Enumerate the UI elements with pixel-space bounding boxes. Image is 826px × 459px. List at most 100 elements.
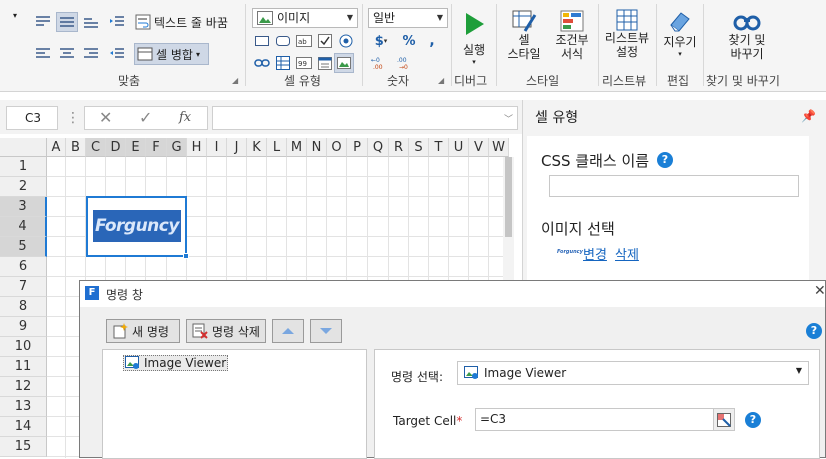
command-tree-item[interactable]: Image Viewer: [123, 355, 229, 371]
radio-cell-icon[interactable]: [336, 32, 356, 50]
align-top-icon[interactable]: [32, 12, 54, 32]
button-cell-icon[interactable]: [273, 32, 293, 50]
row-header-5[interactable]: 5: [0, 237, 47, 257]
hyperlink-cell-icon[interactable]: [252, 54, 272, 72]
row-header-12[interactable]: 12: [0, 377, 47, 397]
pin-icon[interactable]: 📌: [801, 109, 816, 123]
outdent-icon[interactable]: [106, 44, 128, 64]
listview-cell-icon[interactable]: [273, 54, 293, 72]
column-header-o[interactable]: O: [327, 138, 347, 157]
currency-icon[interactable]: $ ▾: [368, 32, 394, 50]
column-header-l[interactable]: L: [267, 138, 287, 157]
chevron-down-icon[interactable]: ﹀: [504, 112, 513, 125]
dialog-launcher-icon[interactable]: ◢: [232, 76, 238, 85]
dialog-launcher-icon[interactable]: ◢: [438, 76, 444, 85]
column-header-i[interactable]: I: [207, 138, 227, 157]
column-header-a[interactable]: A: [47, 138, 66, 157]
column-header-v[interactable]: V: [469, 138, 489, 157]
column-header-n[interactable]: N: [307, 138, 327, 157]
column-header-f[interactable]: F: [146, 138, 167, 157]
align-right-icon[interactable]: [80, 44, 102, 64]
listview-settings-button[interactable]: 리스트뷰 설정: [602, 6, 652, 70]
column-header-r[interactable]: R: [389, 138, 409, 157]
help-icon[interactable]: ?: [745, 412, 761, 428]
move-down-button[interactable]: [310, 319, 342, 343]
cell-picker-icon[interactable]: [713, 409, 734, 430]
image-cell-icon[interactable]: [334, 53, 354, 73]
column-header-u[interactable]: U: [449, 138, 469, 157]
column-header-w[interactable]: W: [489, 138, 509, 157]
run-button[interactable]: 실행 ▾: [456, 6, 492, 70]
help-icon[interactable]: ?: [657, 152, 673, 168]
delete-image-link[interactable]: 삭제: [615, 244, 639, 263]
row-header-9[interactable]: 9: [0, 317, 47, 337]
rectangle-cell-icon[interactable]: [252, 32, 272, 50]
row-header-10[interactable]: 10: [0, 337, 47, 357]
row-header-3[interactable]: 3: [0, 197, 47, 217]
column-header-k[interactable]: K: [247, 138, 267, 157]
textbox-cell-icon[interactable]: ab: [294, 32, 314, 50]
function-icon[interactable]: fx: [179, 110, 191, 125]
row-header-15[interactable]: 15: [0, 437, 47, 457]
formula-input[interactable]: ﹀: [212, 106, 518, 130]
cell-style-button[interactable]: 셀 스타일: [502, 6, 546, 70]
name-box[interactable]: C3: [6, 106, 58, 130]
calendar-cell-icon[interactable]: [315, 54, 335, 72]
clear-button[interactable]: 지우기 ▾: [660, 6, 700, 70]
dropdown-arrow-icon[interactable]: ▾: [6, 6, 24, 24]
column-header-q[interactable]: Q: [368, 138, 389, 157]
indent-icon[interactable]: [106, 12, 128, 32]
column-header-h[interactable]: H: [187, 138, 207, 157]
column-header-j[interactable]: J: [227, 138, 247, 157]
fill-handle[interactable]: [183, 253, 189, 259]
merge-cells-button[interactable]: 셀 병합 ▾: [134, 43, 209, 65]
comma-icon[interactable]: ,: [424, 32, 440, 50]
column-header-b[interactable]: B: [66, 138, 86, 157]
column-header-s[interactable]: S: [409, 138, 429, 157]
numeric-cell-icon[interactable]: 99: [294, 54, 314, 72]
checkbox-cell-icon[interactable]: [315, 32, 335, 50]
cancel-icon[interactable]: ✕: [99, 108, 112, 127]
delete-command-button[interactable]: 명령 삭제: [186, 319, 266, 343]
column-header-g[interactable]: G: [167, 138, 187, 157]
number-format-select[interactable]: 일반 ▼: [368, 8, 448, 28]
scrollbar-thumb[interactable]: [505, 157, 512, 237]
row-header-8[interactable]: 8: [0, 297, 47, 317]
move-up-button[interactable]: [272, 319, 304, 343]
select-all-corner[interactable]: [0, 138, 47, 157]
row-header-2[interactable]: 2: [0, 177, 47, 197]
row-header-11[interactable]: 11: [0, 357, 47, 377]
help-icon[interactable]: ?: [806, 323, 822, 339]
column-header-c[interactable]: C: [86, 138, 106, 157]
enter-icon[interactable]: ✓: [139, 108, 152, 127]
cell-type-select[interactable]: 이미지 ▼: [252, 8, 358, 28]
wrap-text-button[interactable]: 텍스트 줄 바꿈: [134, 12, 252, 32]
new-command-button[interactable]: 새 명령: [106, 319, 180, 343]
row-header-6[interactable]: 6: [0, 257, 47, 277]
target-cell-input[interactable]: =C3: [475, 408, 735, 431]
row-header-4[interactable]: 4: [0, 217, 47, 237]
align-middle-icon[interactable]: [56, 12, 78, 32]
row-header-1[interactable]: 1: [0, 157, 47, 177]
row-header-7[interactable]: 7: [0, 277, 47, 297]
align-left-icon[interactable]: [32, 44, 54, 64]
change-image-link[interactable]: 변경: [583, 244, 607, 263]
align-center-icon[interactable]: [56, 44, 78, 64]
css-class-input[interactable]: [549, 175, 799, 197]
column-header-d[interactable]: D: [106, 138, 126, 157]
increase-decimal-icon[interactable]: ←0.00: [370, 54, 392, 72]
percent-icon[interactable]: %: [400, 32, 418, 50]
column-header-p[interactable]: P: [347, 138, 368, 157]
column-header-e[interactable]: E: [126, 138, 146, 157]
row-header-13[interactable]: 13: [0, 397, 47, 417]
align-bottom-icon[interactable]: [80, 12, 102, 32]
decrease-decimal-icon[interactable]: .00 →0: [396, 54, 418, 72]
command-select[interactable]: Image Viewer ▼: [457, 361, 809, 385]
conditional-format-button[interactable]: 조건부 서식: [550, 6, 594, 70]
find-replace-button[interactable]: 찾기 및 바꾸기: [716, 6, 778, 70]
column-header-t[interactable]: T: [429, 138, 449, 157]
row-header-14[interactable]: 14: [0, 417, 47, 437]
close-icon[interactable]: ✕: [814, 283, 826, 299]
selected-merged-cell[interactable]: Forguncy: [86, 196, 189, 259]
column-header-m[interactable]: M: [287, 138, 307, 157]
